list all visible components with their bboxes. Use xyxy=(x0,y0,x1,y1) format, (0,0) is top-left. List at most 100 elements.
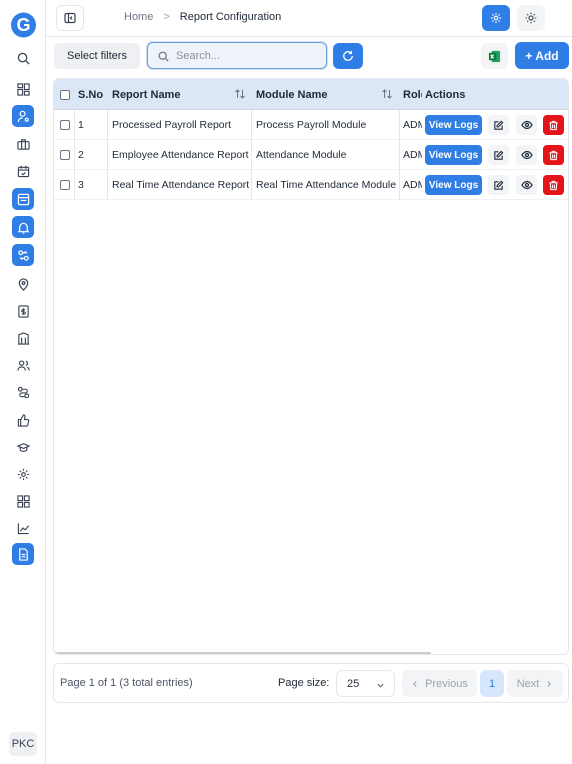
edit-icon xyxy=(494,120,504,130)
alarm-icon[interactable] xyxy=(12,216,34,238)
avatar[interactable]: PKC xyxy=(9,732,37,756)
row-select-cell xyxy=(60,140,74,170)
graduation-cap-icon[interactable] xyxy=(12,436,34,458)
next-label: Next xyxy=(516,677,540,690)
module-name-cell: Process Payroll Module xyxy=(256,119,367,131)
previous-label: Previous xyxy=(425,677,468,690)
layout-grid-icon[interactable] xyxy=(12,490,34,512)
previous-page-button[interactable]: Previous xyxy=(402,670,477,697)
role-cell: ADMIN xyxy=(403,119,422,131)
route-icon[interactable] xyxy=(12,381,34,403)
app-root: G PKC Home > Report Configuration Select… xyxy=(0,0,572,764)
invoice-icon[interactable] xyxy=(12,300,34,322)
edit-icon xyxy=(494,180,504,190)
row-checkbox[interactable] xyxy=(60,120,70,130)
thumbs-up-icon[interactable] xyxy=(12,409,34,431)
view-button[interactable] xyxy=(516,115,537,135)
sno-cell: 2 xyxy=(78,149,84,161)
edit-button[interactable] xyxy=(488,145,509,165)
delete-button[interactable] xyxy=(543,115,564,135)
breadcrumb-current: Report Configuration xyxy=(179,11,282,23)
search-field[interactable] xyxy=(147,42,327,69)
horizontal-scrollbar[interactable] xyxy=(54,652,431,654)
sort-icon[interactable] xyxy=(381,88,393,100)
pagination-bar: Page 1 of 1 (3 total entries) Page size:… xyxy=(53,663,569,703)
inbox-icon[interactable] xyxy=(12,188,34,210)
delete-button[interactable] xyxy=(543,145,564,165)
page-info: Page 1 of 1 (3 total entries) xyxy=(60,677,193,689)
delete-button[interactable] xyxy=(543,175,564,195)
calendar-icon[interactable] xyxy=(12,160,34,182)
row-checkbox[interactable] xyxy=(60,180,70,190)
view-logs-button[interactable]: View Logs xyxy=(425,115,482,135)
table-header: S.No Report Name Module Name Role Action… xyxy=(54,79,568,110)
search-icon xyxy=(158,51,169,62)
search-input[interactable] xyxy=(176,47,321,65)
view-button[interactable] xyxy=(516,145,537,165)
add-button[interactable]: + Add xyxy=(515,42,569,69)
next-page-button[interactable]: Next xyxy=(507,670,563,697)
svg-text:G: G xyxy=(16,15,30,35)
chevron-left-icon xyxy=(413,680,417,687)
excel-icon xyxy=(488,50,501,62)
report-table: S.No Report Name Module Name Role Action… xyxy=(53,78,569,655)
select-all-cell xyxy=(60,79,74,110)
column-header-role[interactable]: Role xyxy=(403,79,422,110)
theme-toggle-button[interactable] xyxy=(517,5,545,31)
page-number-button[interactable]: 1 xyxy=(480,670,504,697)
table-row: 2 Employee Attendance Report Attendance … xyxy=(54,140,568,170)
location-pin-icon[interactable] xyxy=(12,273,34,295)
app-logo[interactable]: G xyxy=(10,10,37,40)
sno-cell: 3 xyxy=(78,179,84,191)
report-icon[interactable] xyxy=(12,543,34,565)
view-logs-button[interactable]: View Logs xyxy=(425,175,482,195)
chart-icon[interactable] xyxy=(12,517,34,539)
eye-icon xyxy=(520,180,533,190)
transfer-icon[interactable] xyxy=(12,244,34,266)
column-header-module-name[interactable]: Module Name xyxy=(256,79,396,110)
top-header: Home > Report Configuration xyxy=(46,0,572,37)
dashboard-icon[interactable] xyxy=(12,78,34,100)
eye-icon xyxy=(520,150,533,160)
user-settings-icon[interactable] xyxy=(12,105,34,127)
refresh-icon xyxy=(343,50,353,61)
row-select-cell xyxy=(60,110,74,140)
column-header-report-name[interactable]: Report Name xyxy=(112,79,252,110)
breadcrumb-separator: > xyxy=(163,11,170,23)
module-name-cell: Attendance Module xyxy=(256,149,347,161)
row-checkbox[interactable] xyxy=(60,150,70,160)
report-name-cell: Processed Payroll Report xyxy=(112,119,232,131)
sno-cell: 1 xyxy=(78,119,84,131)
page-size-select[interactable]: 25 xyxy=(336,670,395,697)
edit-button[interactable] xyxy=(488,175,509,195)
table-row: 1 Processed Payroll Report Process Payro… xyxy=(54,110,568,140)
refresh-button[interactable] xyxy=(333,43,363,69)
edit-button[interactable] xyxy=(488,115,509,135)
sort-icon[interactable] xyxy=(234,88,246,100)
column-header-sno[interactable]: S.No xyxy=(78,79,108,110)
briefcase-icon[interactable] xyxy=(12,133,34,155)
select-filters-button[interactable]: Select filters xyxy=(54,43,140,69)
module-name-cell: Real Time Attendance Module xyxy=(256,179,397,191)
page-size-value: 25 xyxy=(347,677,360,690)
report-name-cell: Employee Attendance Report xyxy=(112,149,249,161)
search-icon[interactable] xyxy=(12,47,34,69)
row-select-cell xyxy=(60,170,74,200)
view-button[interactable] xyxy=(516,175,537,195)
breadcrumb-home-link[interactable]: Home xyxy=(124,11,153,23)
chevron-down-icon xyxy=(377,683,384,688)
role-cell: ADMIN xyxy=(403,149,422,161)
view-logs-button[interactable]: View Logs xyxy=(425,145,482,165)
settings-button[interactable] xyxy=(482,5,510,31)
users-icon[interactable] xyxy=(12,354,34,376)
sidebar-toggle-button[interactable] xyxy=(56,5,84,31)
sun-icon xyxy=(525,12,537,24)
report-name-cell: Real Time Attendance Report xyxy=(112,179,250,191)
eye-icon xyxy=(520,120,533,130)
trash-icon xyxy=(549,120,558,130)
building-icon[interactable] xyxy=(12,327,34,349)
table-row: 3 Real Time Attendance Report Real Time … xyxy=(54,170,568,200)
select-all-checkbox[interactable] xyxy=(60,89,70,100)
gear-icon[interactable] xyxy=(12,463,34,485)
export-excel-button[interactable] xyxy=(481,43,508,69)
